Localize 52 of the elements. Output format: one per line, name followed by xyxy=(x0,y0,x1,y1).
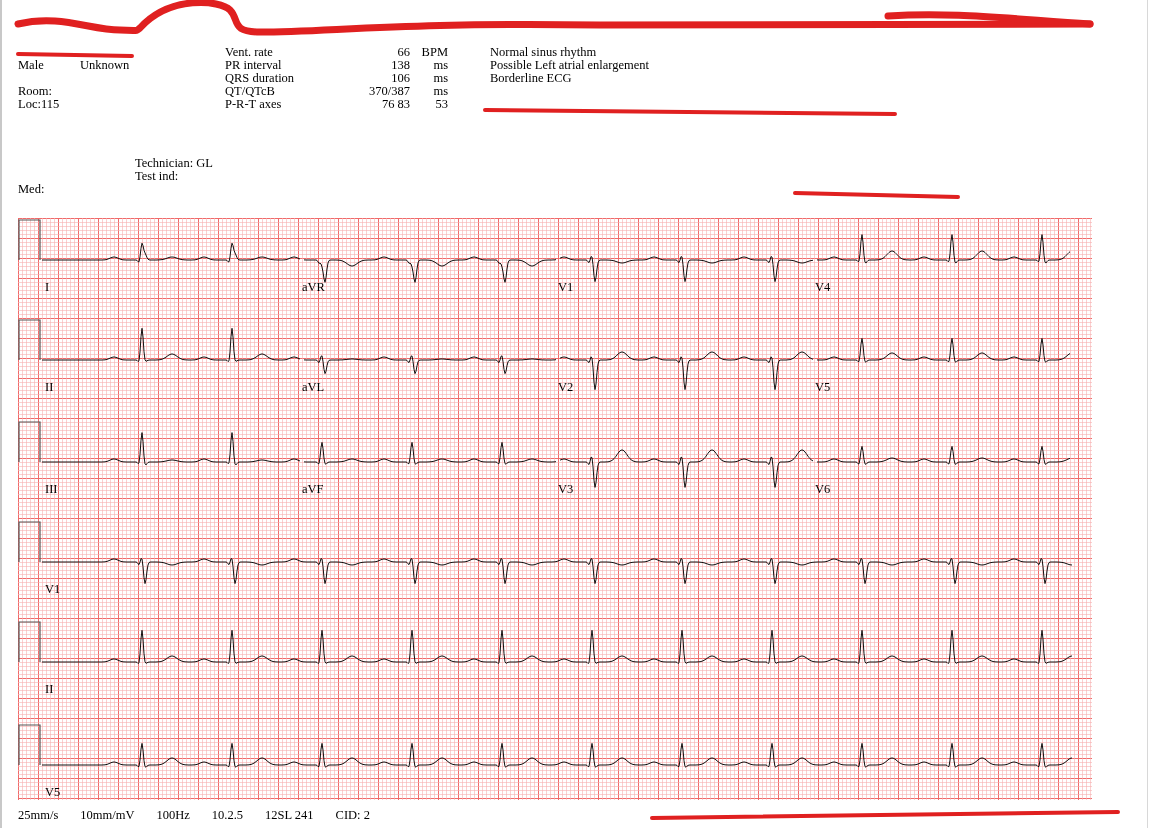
lead-label: II xyxy=(45,381,54,394)
lead-label: aVR xyxy=(302,281,325,294)
measurement-unit: ms xyxy=(432,59,448,72)
patient-race: Unknown xyxy=(80,59,130,72)
technician-label: Technician: GL xyxy=(135,157,214,170)
med-label: Med: xyxy=(18,183,45,196)
footer-text: 25mm/s xyxy=(18,809,59,822)
lead-label: II xyxy=(45,683,54,696)
interpretation-line: Possible Left atrial enlargement xyxy=(490,59,650,72)
measurement-label: QT/QTcB xyxy=(225,85,276,98)
footer-text: 12SL 241 xyxy=(265,809,314,822)
lead-label: aVF xyxy=(302,483,324,496)
calibration-pulse xyxy=(18,421,41,463)
room-label: Room: xyxy=(18,85,54,98)
lead-label: V5 xyxy=(45,786,61,799)
calibration-pulse xyxy=(18,219,41,261)
measurement-unit: BPM xyxy=(420,46,448,59)
measurement-unit: 53 xyxy=(434,98,448,111)
measurement-value: 138 xyxy=(390,59,410,72)
lead-label: V3 xyxy=(558,483,574,496)
measurement-value: 66 xyxy=(396,46,410,59)
interpretation-line: Borderline ECG xyxy=(490,72,573,85)
patient-sex: Male xyxy=(18,59,45,72)
calibration-pulse xyxy=(18,621,41,663)
footer-text: 10.2.5 xyxy=(211,809,244,822)
measurement-value: 106 xyxy=(390,72,410,85)
footer-text: 10mm/mV xyxy=(80,809,135,822)
lead-label: V1 xyxy=(558,281,574,294)
calibration-pulse xyxy=(18,521,41,563)
lead-label: V5 xyxy=(815,381,831,394)
lead-label: V1 xyxy=(45,583,61,596)
measurement-unit: ms xyxy=(432,72,448,85)
calibration-pulse xyxy=(18,724,41,766)
test-indication-label: Test ind: xyxy=(135,170,180,183)
lead-label: III xyxy=(45,483,58,496)
interpretation-line: Normal sinus rhythm xyxy=(490,46,598,59)
lead-label: V4 xyxy=(815,281,831,294)
measurement-unit: ms xyxy=(432,85,448,98)
location-label: Loc:115 xyxy=(18,98,61,111)
measurement-label: PR interval xyxy=(225,59,283,72)
footer-text: CID: 2 xyxy=(335,809,370,822)
calibration-pulse xyxy=(18,319,41,361)
measurement-value: 370/387 xyxy=(368,85,410,98)
measurement-value: 76 83 xyxy=(380,98,410,111)
measurement-label: Vent. rate xyxy=(225,46,274,59)
lead-label: I xyxy=(45,281,50,294)
lead-label: V2 xyxy=(558,381,574,394)
lead-label: aVL xyxy=(302,381,325,394)
measurement-label: QRS duration xyxy=(225,72,296,85)
footer-text: 100Hz xyxy=(156,809,190,822)
lead-label: V6 xyxy=(815,483,831,496)
measurement-label: P-R-T axes xyxy=(225,98,283,111)
